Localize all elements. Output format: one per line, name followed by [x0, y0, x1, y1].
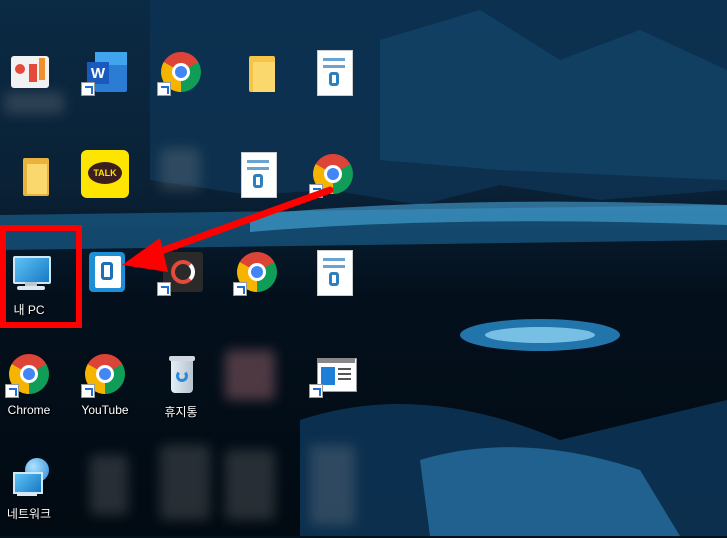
shortcut-arrow-icon: [233, 282, 247, 296]
desktop-icon-recycle-bin[interactable]: 휴지통: [146, 346, 216, 436]
shortcut-arrow-icon: [81, 384, 95, 398]
redacted-area: [160, 445, 210, 520]
network-globe-icon: [5, 452, 53, 500]
desktop-icon-youtube[interactable]: YouTube: [70, 346, 140, 436]
hwp-app-icon: [81, 248, 129, 296]
desktop-icon-hwp-document-3[interactable]: [298, 244, 368, 334]
chrome-icon: [153, 44, 209, 100]
desktop-icon-hwp-document-2[interactable]: [222, 146, 292, 236]
chrome-icon: [305, 146, 361, 202]
highlight-box: [0, 225, 82, 328]
hwp-document-icon: [309, 248, 357, 296]
chrome-icon: [229, 244, 285, 300]
paint-app-icon: [5, 48, 53, 96]
shortcut-arrow-icon: [157, 282, 171, 296]
kakao-talk-badge: TALK: [88, 162, 122, 184]
desktop-icon-label: YouTube: [81, 403, 129, 417]
desktop-icon-chrome-4[interactable]: Chrome: [0, 346, 64, 436]
desktop-icon-kakaotalk[interactable]: TALK: [70, 146, 140, 236]
window-app-icon: [309, 350, 357, 398]
screen-recorder-icon: [157, 248, 205, 296]
desktop-icon-label: 휴지통: [164, 405, 198, 419]
word-letter: W: [87, 62, 109, 84]
desktop-icon-network[interactable]: 네트워크: [0, 448, 64, 538]
redacted-area: [225, 350, 275, 400]
chrome-icon: [77, 346, 133, 402]
desktop-icon-chrome-3[interactable]: [222, 244, 292, 334]
desktop-icon-label: 네트워크: [6, 507, 52, 521]
desktop-icon-chrome[interactable]: [146, 44, 216, 134]
desktop-icon-folder-2[interactable]: [0, 146, 64, 236]
chrome-icon: [1, 346, 57, 402]
recycle-bin-icon: [157, 350, 205, 398]
shortcut-arrow-icon: [81, 82, 95, 96]
redacted-area: [310, 445, 355, 525]
redacted-area: [160, 148, 200, 190]
desktop-icon-recorder[interactable]: [146, 244, 216, 334]
folder-icon: [5, 150, 53, 198]
desktop-icon-word[interactable]: W: [70, 44, 140, 134]
folder-icon: [233, 48, 281, 96]
redacted-area: [225, 450, 275, 520]
kakaotalk-icon: TALK: [81, 150, 129, 198]
hwp-document-icon: [309, 48, 357, 96]
redacted-area: [90, 455, 128, 515]
shortcut-arrow-icon: [5, 384, 19, 398]
desktop-icon-label: Chrome: [7, 403, 51, 417]
word-app-icon: W: [81, 48, 129, 96]
shortcut-arrow-icon: [309, 384, 323, 398]
desktop-icon-chrome-2[interactable]: [298, 146, 368, 236]
desktop-icon-window-app[interactable]: [298, 346, 368, 436]
desktop-icon-paint[interactable]: [0, 44, 64, 134]
shortcut-arrow-icon: [309, 184, 323, 198]
desktop-icon-hwp-document[interactable]: [298, 44, 368, 134]
hwp-document-icon: [233, 150, 281, 198]
desktop-icon-folder[interactable]: [222, 44, 292, 134]
shortcut-arrow-icon: [157, 82, 171, 96]
